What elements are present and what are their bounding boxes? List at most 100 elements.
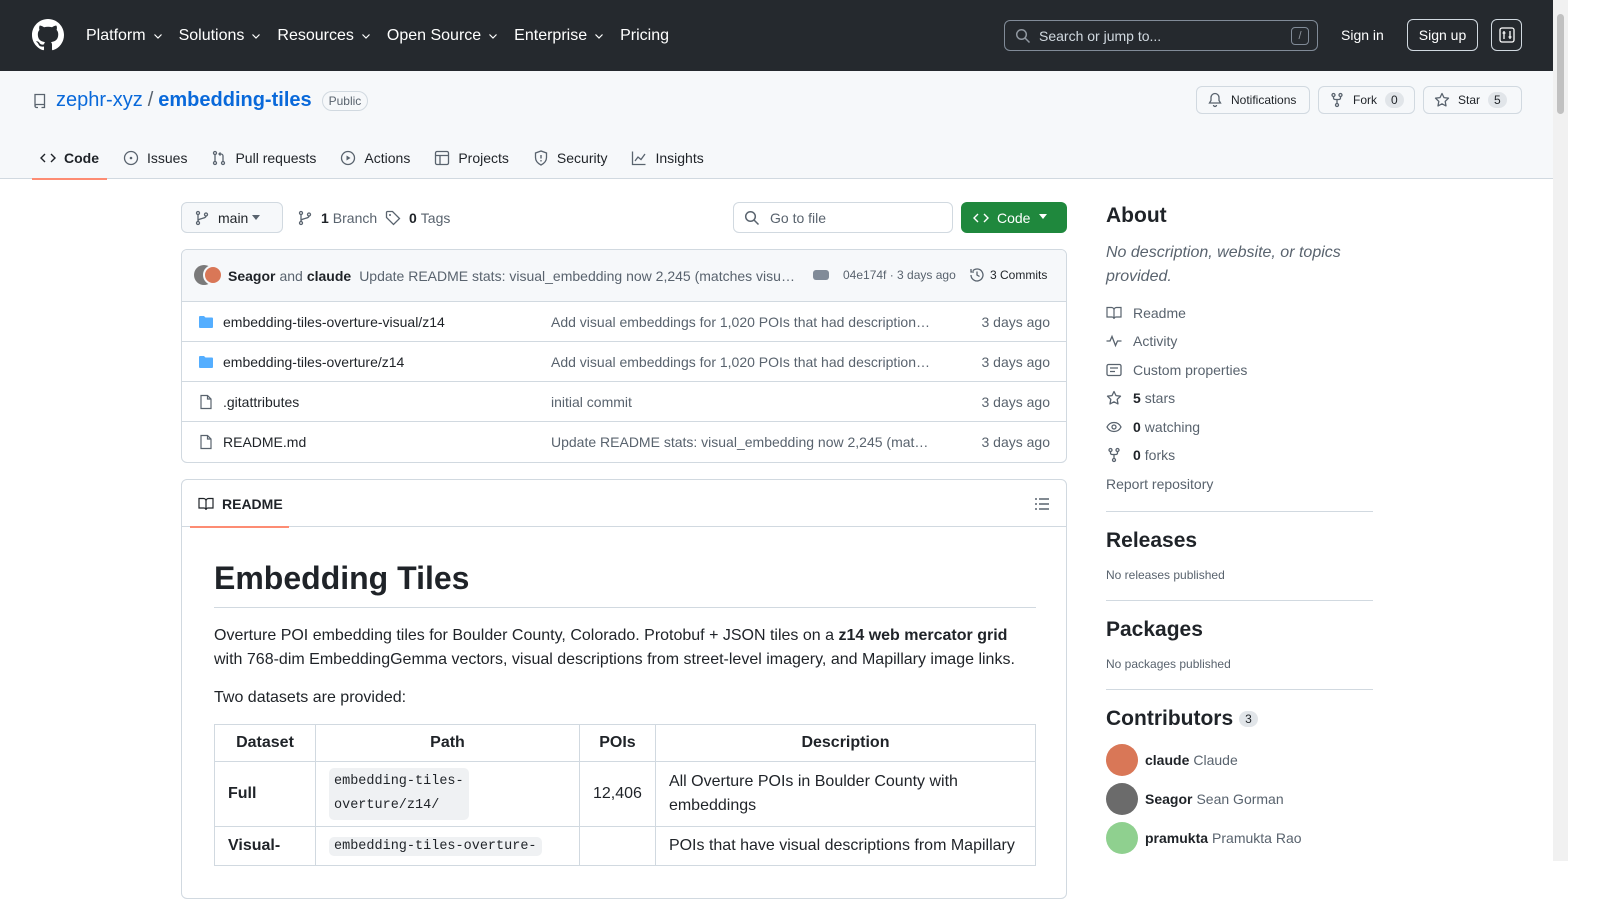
tab-actions[interactable]: Actions <box>332 137 418 179</box>
file-name-link[interactable]: embedding-tiles-overture/z14 <box>223 354 404 370</box>
commit-coauthor-link[interactable]: claude <box>307 268 351 284</box>
scrollbar-thumb[interactable] <box>1557 14 1564 114</box>
commit-message-link[interactable]: Update README stats: visual_embedding no… <box>359 268 799 284</box>
tab-security[interactable]: Security <box>525 137 616 179</box>
tab-projects[interactable]: Projects <box>426 137 517 179</box>
file-date: 3 days ago <box>981 434 1051 450</box>
github-logo-icon[interactable] <box>32 19 64 51</box>
repo-tabs: Code Issues Pull requests Actions Projec… <box>32 137 720 180</box>
readme-link[interactable]: Readme <box>1106 305 1186 321</box>
table-cell: Full <box>214 761 316 827</box>
repo-name-link[interactable]: embedding-tiles <box>158 89 311 112</box>
contributor-item[interactable]: Seagor Sean Gorman <box>1106 783 1284 815</box>
readme-panel: README Embedding Tiles Overture POI embe… <box>181 479 1067 899</box>
chevron-down-icon <box>252 33 261 39</box>
file-name-link[interactable]: .gitattributes <box>223 394 299 410</box>
file-name-link[interactable]: embedding-tiles-overture-visual/z14 <box>223 314 445 330</box>
contributor-item[interactable]: pramukta Pramukta Rao <box>1106 822 1302 854</box>
releases-heading[interactable]: Releases <box>1106 529 1373 553</box>
forks-link[interactable]: 0 forks <box>1106 447 1175 463</box>
sign-in-link[interactable]: Sign in <box>1341 27 1384 43</box>
sliders-icon <box>1498 27 1515 43</box>
branch-selector[interactable]: main <box>181 202 283 233</box>
tab-readme[interactable]: README <box>190 480 289 528</box>
avatar[interactable] <box>1106 783 1138 815</box>
tab-code[interactable]: Code <box>32 137 107 180</box>
nav-open-source[interactable]: Open Source <box>387 27 499 45</box>
global-search-input[interactable]: Search or jump to... / <box>1004 20 1318 51</box>
nav-resources[interactable]: Resources <box>277 27 371 45</box>
global-header: Platform Solutions Resources Open Source… <box>0 0 1553 71</box>
caret-down-icon <box>1039 214 1047 219</box>
report-repository-link[interactable]: Report repository <box>1106 476 1213 492</box>
search-icon <box>1015 28 1031 43</box>
file-row[interactable]: embedding-tiles-overture-visual/z14 Add … <box>182 302 1066 342</box>
repo-owner-link[interactable]: zephr-xyz <box>56 89 143 112</box>
packages-heading[interactable]: Packages <box>1106 618 1373 642</box>
table-header-row: Dataset Path POIs Description <box>214 724 1037 762</box>
table-cell: Visual- <box>214 826 316 866</box>
readme-paragraph: Overture POI embedding tiles for Boulder… <box>214 627 1015 668</box>
nav-pricing[interactable]: Pricing <box>620 27 669 45</box>
settings-menu-button[interactable] <box>1491 19 1522 51</box>
table-header: Dataset <box>214 724 316 762</box>
file-icon <box>200 394 212 410</box>
fork-button[interactable]: Fork 0 <box>1318 86 1415 114</box>
avatar[interactable] <box>1106 822 1138 854</box>
contributors-heading[interactable]: Contributors 3 <box>1106 707 1373 731</box>
scrollbar[interactable] <box>1553 0 1568 861</box>
tab-pull-requests[interactable]: Pull requests <box>203 137 324 179</box>
nav-solutions[interactable]: Solutions <box>179 27 263 45</box>
file-row[interactable]: README.md Update README stats: visual_em… <box>182 422 1066 462</box>
nav-platform[interactable]: Platform <box>86 27 164 45</box>
readme-tabbar: README <box>182 480 1066 528</box>
tab-issues[interactable]: Issues <box>115 137 195 179</box>
repo-title: zephr-xyz / embedding-tiles Public <box>32 89 369 112</box>
tab-insights[interactable]: Insights <box>623 137 711 179</box>
file-commit-message[interactable]: initial commit <box>551 394 933 410</box>
branch-count-link[interactable]: 1 Branch <box>297 210 377 226</box>
notifications-button[interactable]: Notifications <box>1196 86 1310 114</box>
table-header: Description <box>654 724 1037 762</box>
custom-properties-link[interactable]: Custom properties <box>1106 362 1247 378</box>
divider <box>1106 600 1373 601</box>
file-commit-message[interactable]: Add visual embeddings for 1,020 POIs tha… <box>551 354 933 370</box>
go-to-file-input[interactable]: Go to file <box>733 202 953 233</box>
contributor-item[interactable]: claude Claude <box>1106 744 1238 776</box>
file-row[interactable]: .gitattributes initial commit 3 days ago <box>182 382 1066 422</box>
watching-link[interactable]: 0 watching <box>1106 419 1200 435</box>
pulse-icon <box>1106 334 1122 348</box>
nav-enterprise[interactable]: Enterprise <box>514 27 605 45</box>
avatar[interactable] <box>203 264 223 285</box>
commits-history-link[interactable]: 3 Commits <box>969 267 1047 283</box>
commit-author-link[interactable]: Seagor <box>228 268 275 284</box>
search-shortcut-key: / <box>1291 27 1309 45</box>
file-date: 3 days ago <box>981 394 1051 410</box>
table-cell: embedding-tiles-overture- <box>315 826 580 866</box>
stars-link[interactable]: 5 stars <box>1106 390 1175 406</box>
code-dropdown-button[interactable]: Code <box>961 202 1067 233</box>
star-button[interactable]: Star 5 <box>1423 86 1522 114</box>
tag-count-link[interactable]: 0 Tags <box>385 210 450 226</box>
file-row[interactable]: embedding-tiles-overture/z14 Add visual … <box>182 342 1066 382</box>
avatar[interactable] <box>1106 744 1138 776</box>
sign-up-button[interactable]: Sign up <box>1407 19 1478 51</box>
branch-name: main <box>218 209 249 226</box>
ellipsis-icon[interactable] <box>813 270 829 280</box>
table-icon <box>435 150 450 166</box>
list-unordered-icon[interactable] <box>1034 496 1050 512</box>
issue-opened-icon <box>123 150 139 166</box>
table-row: Visual- embedding-tiles-overture- POIs t… <box>214 826 1037 866</box>
folder-icon <box>199 356 213 368</box>
tag-icon <box>385 210 401 226</box>
file-commit-message[interactable]: Add visual embeddings for 1,020 POIs tha… <box>551 314 933 330</box>
file-name-link[interactable]: README.md <box>223 434 306 450</box>
chevron-down-icon <box>361 33 370 39</box>
file-commit-message[interactable]: Update README stats: visual_embedding no… <box>551 434 933 450</box>
graph-icon <box>632 151 647 166</box>
commit-sha[interactable]: 04e174f · 3 days ago <box>843 268 956 282</box>
global-nav: Platform Solutions Resources Open Source… <box>86 0 684 71</box>
activity-link[interactable]: Activity <box>1106 333 1177 349</box>
file-icon <box>200 434 212 450</box>
commit-avatars <box>194 264 224 287</box>
